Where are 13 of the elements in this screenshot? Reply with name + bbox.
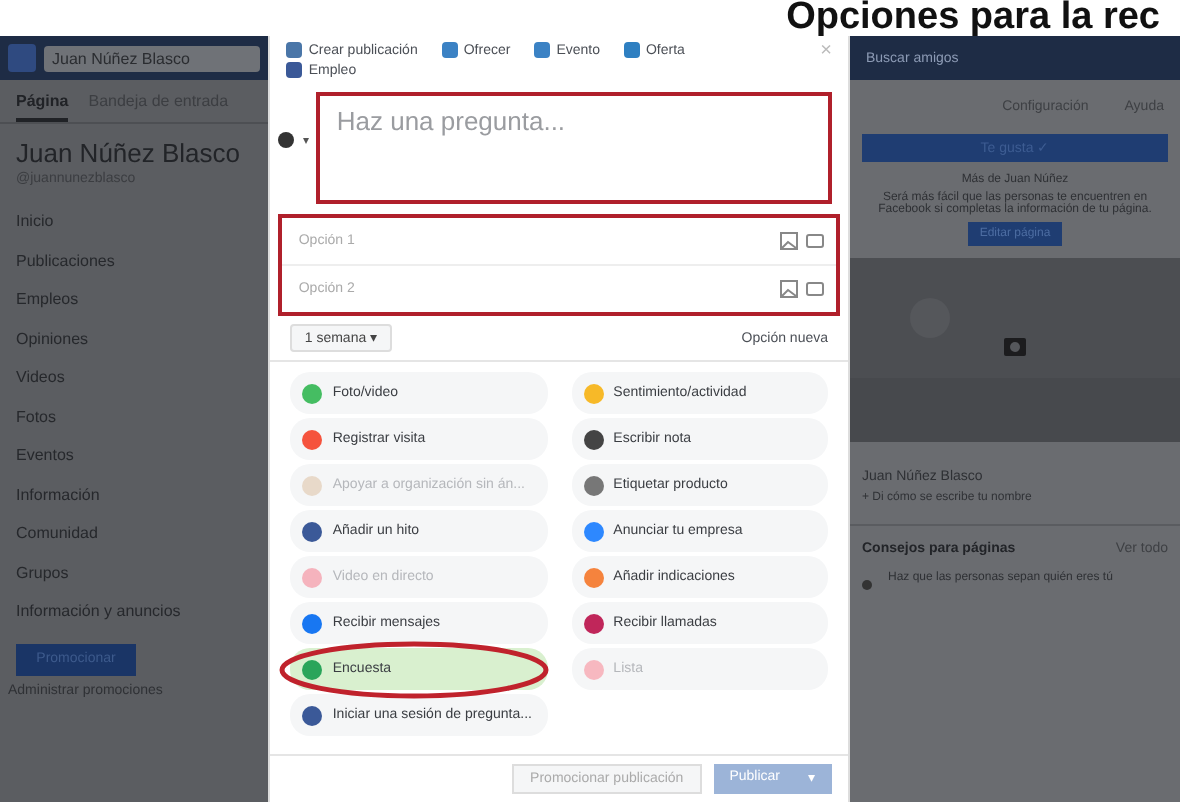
image-icon[interactable] bbox=[780, 280, 798, 298]
gif-icon[interactable] bbox=[806, 280, 824, 298]
heading: Opciones para la rec bbox=[786, 0, 1160, 36]
image-icon[interactable] bbox=[780, 232, 798, 250]
avatar-icon bbox=[278, 132, 295, 148]
search-field[interactable]: Juan Núñez Blasco bbox=[44, 45, 261, 71]
gif-icon[interactable] bbox=[806, 232, 824, 250]
logo-icon bbox=[8, 44, 36, 72]
bullet-icon bbox=[862, 580, 872, 590]
page-tab[interactable]: Página bbox=[16, 92, 69, 122]
page-name: Juan Núñez Blasco bbox=[14, 136, 243, 168]
question-field[interactable]: Haz una pregunta... bbox=[316, 92, 832, 204]
close-icon[interactable]: × bbox=[820, 40, 832, 62]
